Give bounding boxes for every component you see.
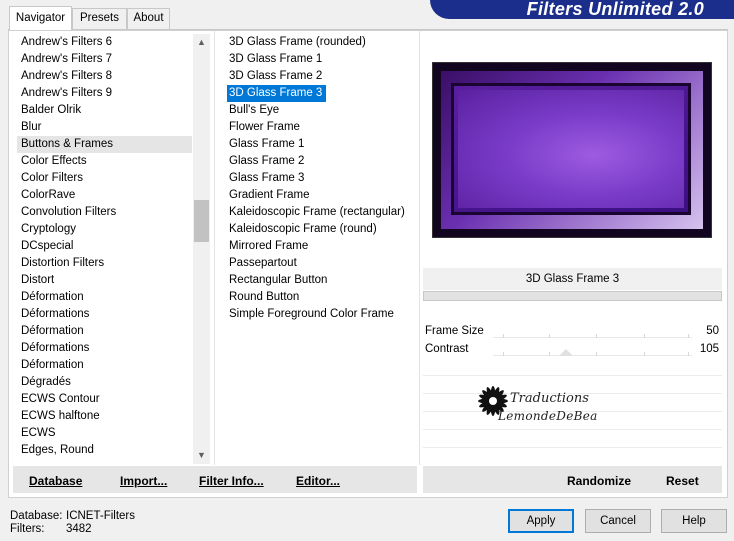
filters-count-value: 3482 (66, 523, 92, 535)
filter-item[interactable]: Passepartout (225, 255, 415, 272)
filter-item[interactable]: Kaleidoscopic Frame (rectangular) (225, 204, 415, 221)
param-label: Frame Size (425, 325, 484, 337)
filter-item[interactable]: Mirrored Frame (225, 238, 415, 255)
category-item[interactable]: ECWS Contour (17, 391, 192, 408)
slider-tick (502, 334, 504, 338)
filter-item[interactable]: Glass Frame 2 (225, 153, 415, 170)
filter-item[interactable]: Simple Foreground Color Frame (225, 306, 415, 323)
filter-item[interactable]: Glass Frame 1 (225, 136, 415, 153)
import-button[interactable]: Import... (120, 474, 167, 488)
filter-progress-bar (423, 291, 722, 301)
category-item[interactable]: Color Filters (17, 170, 192, 187)
category-item[interactable]: Déformation (17, 323, 192, 340)
category-item[interactable]: ECWS (17, 425, 192, 442)
apply-button[interactable]: Apply (508, 509, 574, 533)
chevron-down-icon[interactable]: ▼ (193, 447, 210, 464)
category-item[interactable]: Blur (17, 119, 192, 136)
category-item[interactable]: Déformations (17, 306, 192, 323)
slider-tick (596, 352, 598, 356)
tab-navigator[interactable]: Navigator (9, 6, 72, 30)
param-value: 105 (699, 343, 719, 355)
watermark-line1: Traductions (510, 391, 589, 406)
category-item[interactable]: Convolution Filters (17, 204, 192, 221)
watermark-line2: LemondeDeBea (498, 409, 598, 423)
slider-tick (688, 352, 690, 356)
category-item[interactable]: ColorRave (17, 187, 192, 204)
slider-thumb[interactable] (558, 349, 573, 356)
filter-item[interactable]: Bull's Eye (225, 102, 415, 119)
database-label: Database: (10, 510, 63, 522)
cancel-button[interactable]: Cancel (585, 509, 651, 533)
category-item[interactable]: Color Effects (17, 153, 192, 170)
param-row-frame-size[interactable]: Frame Size 50 (423, 322, 722, 340)
category-scrollbar[interactable]: ▲ ▼ (193, 34, 210, 464)
list-divider (214, 31, 215, 465)
filter-item[interactable]: Flower Frame (225, 119, 415, 136)
param-slider-track[interactable] (493, 334, 692, 338)
filter-item[interactable]: Gradient Frame (225, 187, 415, 204)
filters-count-label: Filters: (10, 523, 45, 535)
param-row-empty (423, 447, 722, 448)
filter-info-button[interactable]: Filter Info... (199, 474, 264, 488)
category-item[interactable]: Distortion Filters (17, 255, 192, 272)
database-button[interactable]: Database (29, 474, 82, 488)
category-item[interactable]: Dégradés (17, 374, 192, 391)
category-item[interactable]: Buttons & Frames (17, 136, 192, 153)
category-item[interactable]: Andrew's Filters 9 (17, 85, 192, 102)
editor-button[interactable]: Editor... (296, 474, 340, 488)
app-banner-title: Filters Unlimited 2.0 (430, 0, 734, 19)
filter-list[interactable]: 3D Glass Frame (rounded) 3D Glass Frame 1… (225, 34, 415, 334)
category-item[interactable]: Déformation (17, 357, 192, 374)
param-value: 50 (706, 325, 719, 337)
param-row-empty (423, 429, 722, 430)
category-item[interactable]: DCspecial (17, 238, 192, 255)
category-item[interactable]: Andrew's Filters 7 (17, 51, 192, 68)
category-item[interactable]: Andrew's Filters 6 (17, 34, 192, 51)
database-value: ICNET-Filters (66, 510, 135, 522)
preview-frame-outer (441, 71, 703, 229)
tab-about[interactable]: About (127, 8, 170, 29)
category-item[interactable]: Cryptology (17, 221, 192, 238)
randomize-button[interactable]: Randomize (567, 474, 631, 488)
category-item[interactable]: Edges, Round (17, 442, 192, 459)
slider-tick (548, 352, 550, 356)
category-item[interactable]: Distort (17, 272, 192, 289)
filter-item[interactable]: Kaleidoscopic Frame (round) (225, 221, 415, 238)
category-item[interactable]: Déformation (17, 289, 192, 306)
right-panel-divider (419, 31, 420, 465)
filter-item[interactable]: 3D Glass Frame (rounded) (225, 34, 415, 51)
filter-item[interactable]: Round Button (225, 289, 415, 306)
filter-item[interactable]: Rectangular Button (225, 272, 415, 289)
category-list[interactable]: Andrew's Filters 6 Andrew's Filters 7 Andr… (17, 34, 192, 464)
filter-title: 3D Glass Frame 3 (423, 268, 722, 290)
slider-tick (502, 352, 504, 356)
param-row-empty (423, 375, 722, 376)
reset-button[interactable]: Reset (666, 474, 699, 488)
help-button[interactable]: Help (661, 509, 727, 533)
slider-tick (548, 334, 550, 338)
slider-tick (596, 334, 598, 338)
preview-frame-mid (451, 83, 691, 215)
filter-item[interactable]: 3D Glass Frame 1 (225, 51, 415, 68)
filter-item[interactable]: 3D Glass Frame 3 (225, 85, 415, 102)
param-row-contrast[interactable]: Contrast 105 (423, 340, 722, 358)
filter-item[interactable]: 3D Glass Frame 2 (225, 68, 415, 85)
category-item[interactable]: Déformations (17, 340, 192, 357)
chevron-up-icon[interactable]: ▲ (193, 34, 210, 51)
slider-tick (644, 352, 646, 356)
filter-item-label-selected: 3D Glass Frame 3 (227, 85, 327, 102)
slider-tick (688, 334, 690, 338)
category-item[interactable]: ECWS halftone (17, 408, 192, 425)
param-label: Contrast (425, 343, 469, 355)
param-slider-track[interactable] (493, 349, 692, 356)
slider-tick (644, 334, 646, 338)
scrollbar-thumb[interactable] (194, 200, 209, 242)
category-item[interactable]: Andrew's Filters 8 (17, 68, 192, 85)
preview-frame-inner (458, 90, 684, 208)
category-item[interactable]: Balder Olrik (17, 102, 192, 119)
tab-presets[interactable]: Presets (72, 8, 127, 29)
filter-preview (432, 62, 712, 238)
filter-item[interactable]: Glass Frame 3 (225, 170, 415, 187)
